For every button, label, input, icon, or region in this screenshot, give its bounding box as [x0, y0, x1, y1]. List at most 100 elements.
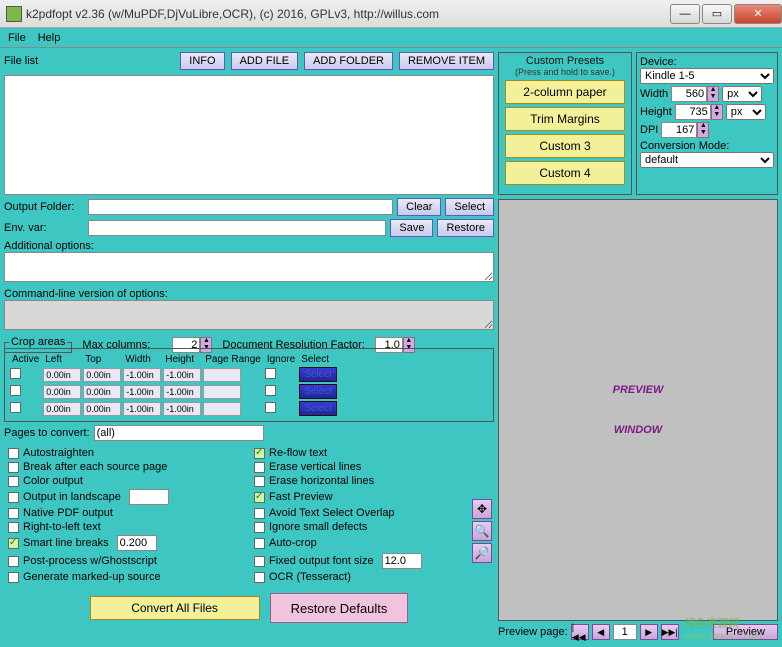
crop-width[interactable]	[123, 385, 161, 399]
height-unit[interactable]: px	[726, 104, 766, 120]
option-checkbox[interactable]	[8, 448, 19, 459]
crop-width[interactable]	[123, 402, 161, 416]
first-page-button[interactable]: |◀◀	[571, 624, 589, 640]
crop-ignore-checkbox[interactable]	[265, 385, 276, 396]
option-checkbox[interactable]	[254, 476, 265, 487]
menu-help[interactable]: Help	[38, 32, 61, 44]
crop-ignore-checkbox[interactable]	[265, 402, 276, 413]
width-input[interactable]	[671, 86, 707, 102]
filelist-textarea[interactable]	[4, 75, 494, 195]
crop-select-button[interactable]: Select	[299, 367, 337, 382]
add-file-button[interactable]: ADD FILE	[231, 52, 299, 70]
conv-mode-select[interactable]: default	[640, 152, 774, 168]
clear-button[interactable]: Clear	[397, 198, 441, 216]
last-page-button[interactable]: ▶▶|	[661, 624, 679, 640]
crop-left[interactable]	[43, 368, 81, 382]
crop-active-checkbox[interactable]	[10, 368, 21, 379]
env-var-input[interactable]	[88, 220, 386, 236]
crop-pagerange[interactable]	[203, 385, 241, 399]
crop-left[interactable]	[43, 402, 81, 416]
crop-header: Select	[298, 353, 338, 366]
crop-height[interactable]	[163, 402, 201, 416]
crop-pagerange[interactable]	[203, 368, 241, 382]
maximize-button[interactable]: ▭	[702, 4, 732, 24]
option-checkbox[interactable]	[254, 572, 265, 583]
menu-file[interactable]: File	[8, 32, 26, 44]
info-button[interactable]: INFO	[180, 52, 224, 70]
crop-ignore-checkbox[interactable]	[265, 368, 276, 379]
option-checkbox[interactable]	[254, 462, 265, 473]
option-row: Color output	[8, 474, 244, 488]
option-row: Erase vertical lines	[254, 460, 490, 474]
preset-button[interactable]: Trim Margins	[505, 107, 625, 131]
option-checkbox[interactable]	[8, 572, 19, 583]
select-folder-button[interactable]: Select	[445, 198, 494, 216]
option-checkbox[interactable]	[254, 522, 265, 533]
option-label: Re-flow text	[269, 447, 327, 459]
minimize-button[interactable]: —	[670, 4, 700, 24]
crop-active-checkbox[interactable]	[10, 402, 21, 413]
option-checkbox[interactable]	[254, 448, 265, 459]
option-checkbox[interactable]	[8, 462, 19, 473]
preset-button[interactable]: Custom 3	[505, 134, 625, 158]
option-label: Output in landscape	[23, 491, 121, 503]
crop-width[interactable]	[123, 368, 161, 382]
preset-button[interactable]: Custom 4	[505, 161, 625, 185]
crop-select-button[interactable]: Select	[299, 384, 337, 399]
restore-defaults-button[interactable]: Restore Defaults	[270, 593, 409, 623]
crop-fieldset: ActiveLeftTopWidthHeightPage RangeIgnore…	[4, 348, 494, 422]
option-checkbox[interactable]	[254, 556, 265, 567]
add-folder-button[interactable]: ADD FOLDER	[304, 52, 393, 70]
presets-title: Custom Presets	[526, 55, 604, 67]
crop-table: ActiveLeftTopWidthHeightPage RangeIgnore…	[9, 353, 338, 417]
preset-button[interactable]: 2-column paper	[505, 80, 625, 104]
option-extra-input[interactable]	[129, 489, 169, 505]
next-page-button[interactable]: ▶	[640, 624, 658, 640]
remove-item-button[interactable]: REMOVE ITEM	[399, 52, 494, 70]
option-checkbox[interactable]	[8, 538, 19, 549]
option-checkbox[interactable]	[8, 492, 19, 503]
dpi-input[interactable]	[661, 122, 697, 138]
additional-options-input[interactable]	[4, 252, 494, 282]
env-var-label: Env. var:	[4, 222, 84, 234]
page-number-input[interactable]	[613, 624, 637, 640]
option-checkbox[interactable]	[254, 492, 265, 503]
restore-button[interactable]: Restore	[437, 219, 494, 237]
crop-left[interactable]	[43, 385, 81, 399]
crop-active-checkbox[interactable]	[10, 385, 21, 396]
crop-height[interactable]	[163, 368, 201, 382]
width-unit[interactable]: px	[722, 86, 762, 102]
option-extra-input[interactable]	[117, 535, 157, 551]
pages-input[interactable]	[94, 425, 264, 441]
close-button[interactable]: ✕	[734, 4, 782, 24]
option-checkbox[interactable]	[8, 556, 19, 567]
option-checkbox[interactable]	[254, 508, 265, 519]
crop-height[interactable]	[163, 385, 201, 399]
output-folder-input[interactable]	[88, 199, 393, 215]
option-label: Break after each source page	[23, 461, 167, 473]
width-label: Width	[640, 88, 668, 100]
option-checkbox[interactable]	[8, 476, 19, 487]
crop-select-button[interactable]: Select	[299, 401, 337, 416]
option-row: Fixed output font size	[254, 552, 490, 570]
option-label: Generate marked-up source	[23, 571, 161, 583]
crop-top[interactable]	[83, 368, 121, 382]
option-checkbox[interactable]	[8, 508, 19, 519]
crop-top[interactable]	[83, 385, 121, 399]
height-input[interactable]	[675, 104, 711, 120]
option-checkbox[interactable]	[254, 538, 265, 549]
zoom-out-icon[interactable]: 🔎	[472, 543, 492, 563]
move-icon[interactable]: ✥	[472, 499, 492, 519]
prev-page-button[interactable]: ◀	[592, 624, 610, 640]
zoom-in-icon[interactable]: 🔍	[472, 521, 492, 541]
convert-button[interactable]: Convert All Files	[90, 596, 260, 620]
crop-pagerange[interactable]	[203, 402, 241, 416]
device-select[interactable]: Kindle 1-5	[640, 68, 774, 84]
crop-top[interactable]	[83, 402, 121, 416]
crop-legend: Crop areas	[9, 336, 67, 348]
save-button[interactable]: Save	[390, 219, 433, 237]
window-title: k2pdfopt v2.36 (w/MuPDF,DjVuLibre,OCR), …	[26, 7, 668, 21]
option-checkbox[interactable]	[8, 522, 19, 533]
crop-header: Width	[122, 353, 162, 366]
option-extra-input[interactable]	[382, 553, 422, 569]
